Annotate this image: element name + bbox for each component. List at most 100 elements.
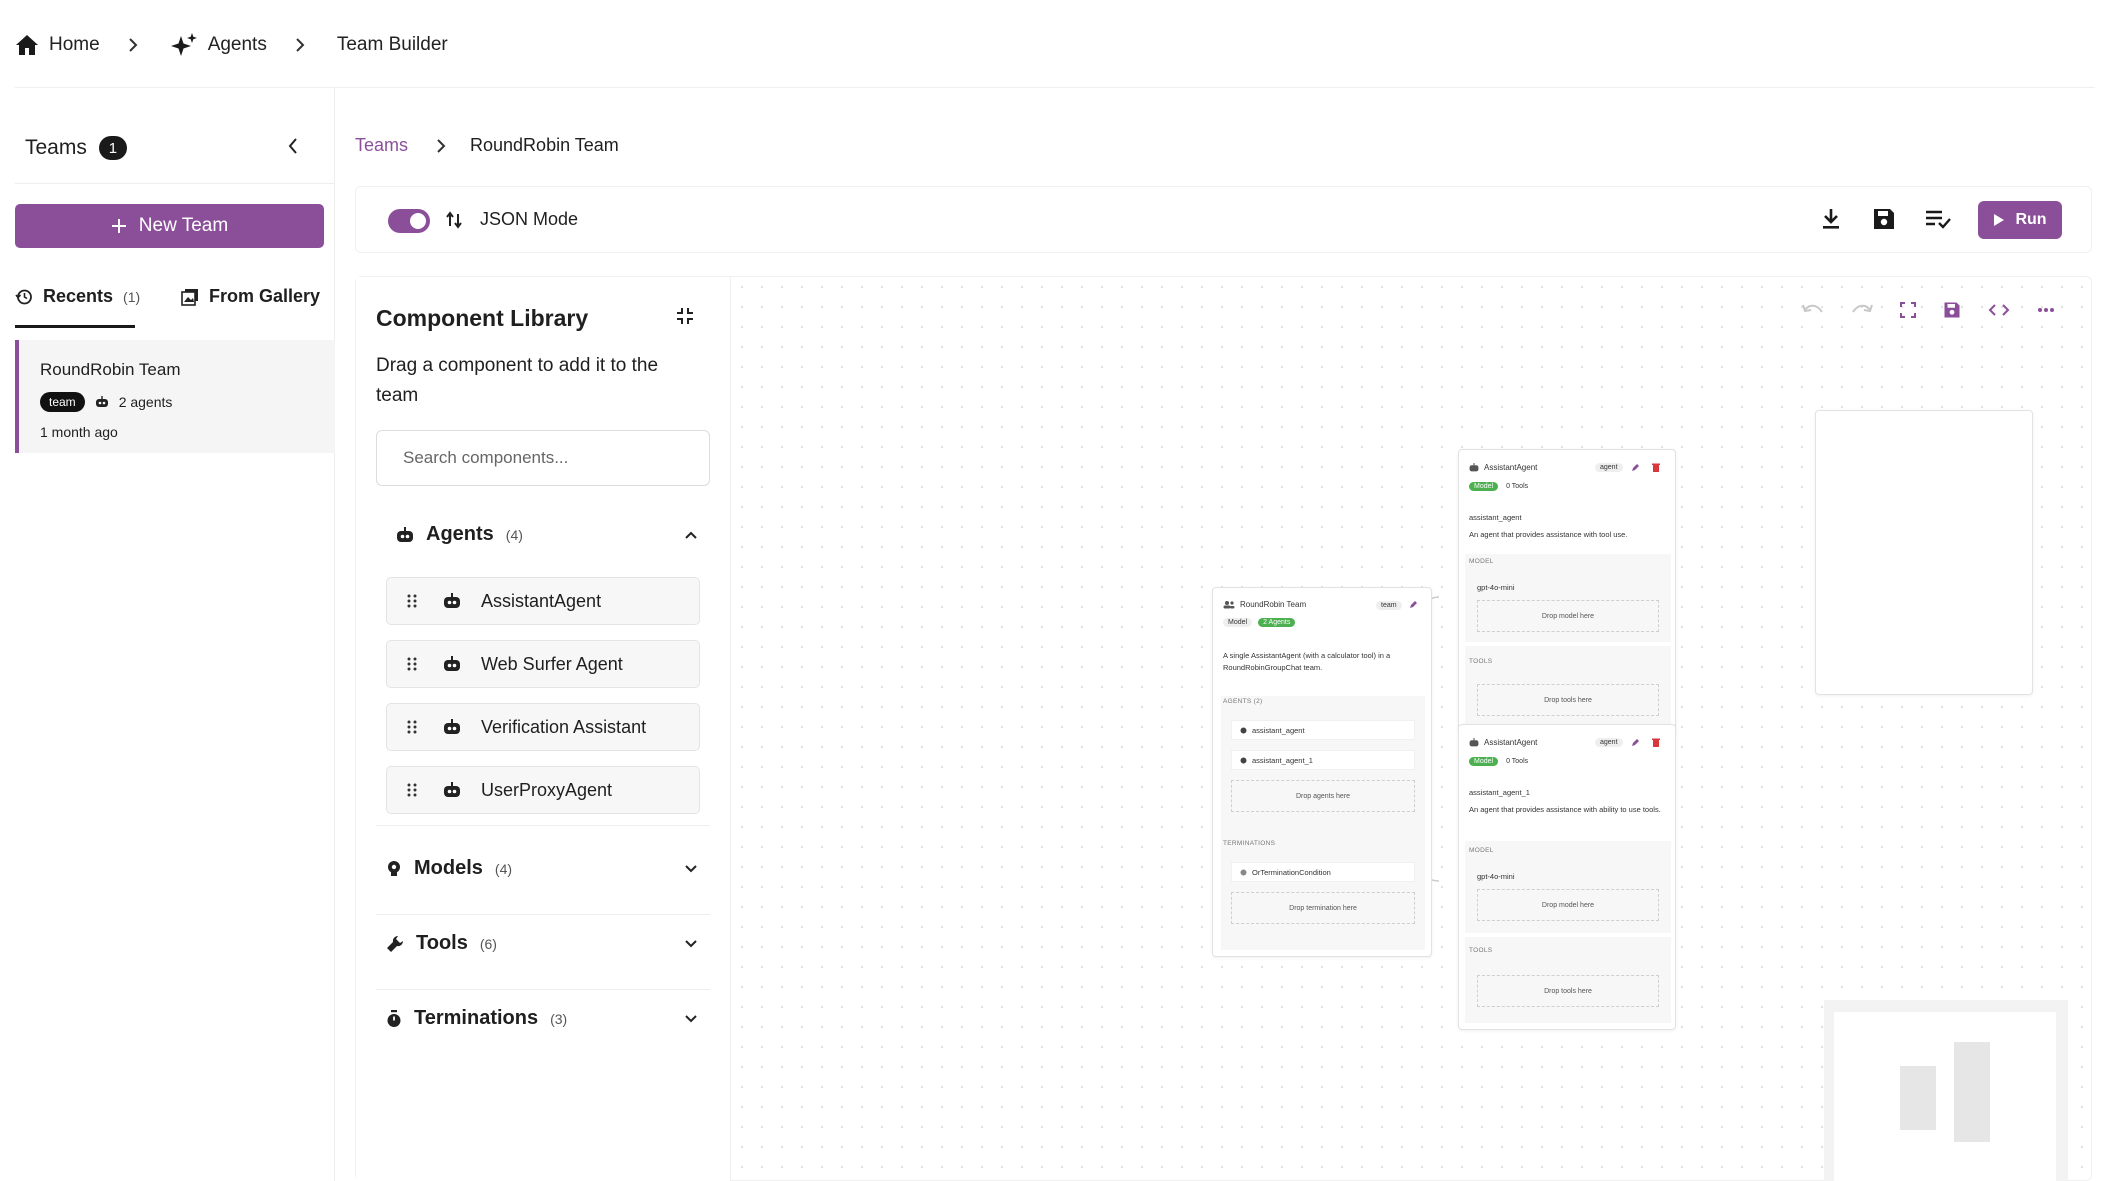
chevron-right-icon: [295, 37, 305, 53]
component-web-surfer-agent[interactable]: Web Surfer Agent: [386, 640, 700, 688]
nav-team-builder[interactable]: Team Builder: [337, 34, 448, 56]
save-button[interactable]: [1872, 207, 1896, 231]
edit-icon[interactable]: [1631, 738, 1640, 747]
bot-icon: [95, 396, 109, 408]
drag-handle-icon: [407, 720, 417, 734]
team-agent-count: 2 agents: [118, 394, 173, 410]
agent-description: An agent that provides assistance with a…: [1469, 805, 1661, 814]
agent-tools-caption: TOOLS: [1469, 947, 1493, 954]
agent-model-name: gpt-4o-mini: [1477, 583, 1515, 592]
minimize-library-button[interactable]: [676, 307, 694, 325]
minimap-node: [1954, 1042, 1990, 1142]
play-icon: [1993, 213, 2005, 227]
team-agent-row[interactable]: assistant_agent: [1231, 720, 1415, 740]
drop-model-zone[interactable]: Drop model here: [1477, 889, 1659, 921]
divider: [15, 183, 335, 184]
breadcrumb-current: RoundRobin Team: [470, 135, 619, 155]
bot-icon: [1240, 727, 1247, 734]
edit-icon[interactable]: [1409, 600, 1418, 609]
chevron-down-icon: [684, 864, 698, 874]
team-node[interactable]: RoundRobin Team team Model 2 Agents A si…: [1212, 587, 1432, 957]
bot-icon: [1469, 463, 1479, 472]
bot-icon: [443, 782, 461, 798]
team-type-badge: team: [40, 392, 85, 412]
team-node-description: A single AssistantAgent (with a calculat…: [1223, 651, 1391, 672]
component-search-input[interactable]: Search components...: [376, 430, 710, 486]
component-verification-assistant[interactable]: Verification Assistant: [386, 703, 700, 751]
section-models-header[interactable]: Models (4): [376, 857, 710, 880]
drop-model-zone[interactable]: Drop model here: [1477, 600, 1659, 632]
tab-from-gallery[interactable]: From Gallery: [181, 286, 320, 307]
bulb-icon: [386, 860, 402, 878]
json-icon: [446, 211, 462, 229]
sidebar-tabs: Recents (1) From Gallery: [15, 278, 335, 318]
agent-model-name: gpt-4o-mini: [1477, 872, 1515, 881]
divider: [376, 989, 710, 990]
json-mode-label: JSON Mode: [480, 209, 579, 229]
drop-tools-zone[interactable]: Drop tools here: [1477, 684, 1659, 716]
agent-node[interactable]: AssistantAgent agent Model 0 Tools assis…: [1458, 449, 1676, 734]
page-breadcrumb: Teams RoundRobin Team: [355, 135, 619, 156]
section-tools-header[interactable]: Tools (6): [376, 932, 710, 955]
agent-model-caption: MODEL: [1469, 558, 1494, 565]
history-icon: [15, 288, 33, 306]
sparkles-icon: [170, 32, 198, 58]
team-list-item[interactable]: RoundRobin Team team 2 agents 1 month ag…: [15, 340, 335, 453]
agent-name: assistant_agent: [1469, 513, 1522, 522]
timer-icon: [386, 1009, 402, 1028]
teams-sidebar: Teams 1 New Team Recents (1) From Galler…: [15, 88, 335, 1181]
collapse-sidebar-button[interactable]: [287, 136, 299, 156]
bot-icon: [396, 526, 414, 543]
drop-termination-zone[interactable]: Drop termination here: [1231, 892, 1415, 924]
active-tab-indicator: [15, 325, 135, 328]
edit-icon[interactable]: [1631, 463, 1640, 472]
new-team-button[interactable]: New Team: [15, 204, 324, 248]
gallery-icon: [181, 288, 199, 306]
agent-node-pills: Model 0 Tools: [1469, 482, 1528, 491]
bot-icon: [1240, 757, 1247, 764]
drop-agents-zone[interactable]: Drop agents here: [1231, 780, 1415, 812]
divider: [376, 825, 710, 826]
sidebar-header: Teams 1: [25, 136, 127, 160]
top-breadcrumb: Home Agents Team Builder: [15, 25, 448, 65]
section-agents-header[interactable]: Agents (4): [376, 523, 710, 546]
library-description: Drag a component to add it to the team: [376, 355, 659, 406]
agent-node-header: AssistantAgent: [1469, 738, 1537, 747]
agent-name: assistant_agent_1: [1469, 788, 1530, 797]
nav-agents[interactable]: Agents: [170, 32, 267, 58]
agent-model-caption: MODEL: [1469, 847, 1494, 854]
drop-tools-zone[interactable]: Drop tools here: [1477, 975, 1659, 1007]
home-icon: [15, 34, 39, 56]
agent-tools-caption: TOOLS: [1469, 658, 1493, 665]
bot-icon: [443, 719, 461, 735]
minimap[interactable]: [1824, 1000, 2068, 1181]
team-node-header: RoundRobin Team: [1223, 600, 1306, 609]
team-termination-row[interactable]: OrTerminationCondition: [1231, 862, 1415, 882]
validate-button[interactable]: [1924, 207, 1952, 231]
drag-handle-icon: [407, 594, 417, 608]
agent-node-header: AssistantAgent: [1469, 463, 1537, 472]
component-library: Component Library Drag a component to ad…: [356, 277, 731, 1181]
agent-node-badge: agent: [1595, 738, 1623, 747]
chevron-left-icon: [287, 136, 299, 156]
run-button[interactable]: Run: [1978, 201, 2062, 239]
delete-icon[interactable]: [1652, 463, 1660, 472]
component-assistant-agent[interactable]: AssistantAgent: [386, 577, 700, 625]
component-user-proxy-agent[interactable]: UserProxyAgent: [386, 766, 700, 814]
team-terminations-caption: TERMINATIONS: [1223, 840, 1276, 847]
agent-node-pills: Model 0 Tools: [1469, 757, 1528, 766]
team-agent-row[interactable]: assistant_agent_1: [1231, 750, 1415, 770]
chevron-up-icon: [684, 530, 698, 540]
bot-icon: [1469, 738, 1479, 747]
team-meta: team 2 agents: [40, 392, 172, 412]
nav-home[interactable]: Home: [15, 34, 100, 56]
plus-icon: [111, 218, 127, 234]
agent-node[interactable]: [1815, 410, 2033, 695]
download-button[interactable]: [1820, 207, 1842, 231]
agent-node[interactable]: AssistantAgent agent Model 0 Tools assis…: [1458, 724, 1676, 1030]
tab-recents[interactable]: Recents (1): [15, 286, 140, 307]
delete-icon[interactable]: [1652, 738, 1660, 747]
json-mode-toggle[interactable]: [388, 209, 430, 233]
breadcrumb-teams-link[interactable]: Teams: [355, 135, 408, 156]
section-terminations-header[interactable]: Terminations (3): [376, 1007, 710, 1030]
